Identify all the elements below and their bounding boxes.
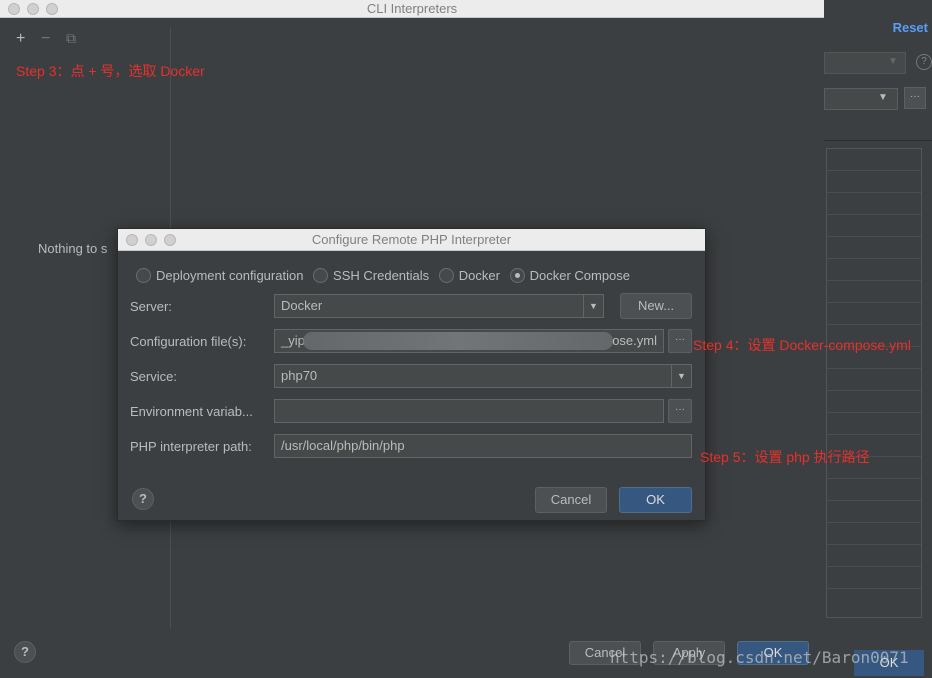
chevron-down-icon: ▼ bbox=[671, 365, 691, 387]
chevron-down-icon: ▼ bbox=[888, 56, 898, 67]
help-icon[interactable]: ? bbox=[132, 488, 154, 510]
env-vars-label: Environment variab... bbox=[130, 404, 253, 419]
table-row[interactable] bbox=[827, 259, 921, 281]
browse-config-files-button[interactable]: ··· bbox=[668, 329, 692, 353]
config-files-label: Configuration file(s): bbox=[130, 334, 247, 349]
config-files-value-start: _yip bbox=[281, 333, 305, 348]
help-icon[interactable]: ? bbox=[916, 54, 932, 70]
service-label: Service: bbox=[130, 369, 177, 384]
configure-remote-php-dialog: Configure Remote PHP Interpreter Deploym… bbox=[117, 228, 706, 521]
connection-type-radios: Deployment configuration SSH Credentials… bbox=[136, 267, 636, 284]
copy-icon[interactable]: ⧉ bbox=[66, 30, 76, 47]
config-files-input[interactable]: _yip ose.yml bbox=[274, 329, 664, 353]
redacted-path bbox=[303, 332, 613, 350]
radio-circle[interactable] bbox=[313, 268, 329, 284]
server-combo[interactable]: Docker ▼ bbox=[274, 294, 604, 318]
table-row[interactable] bbox=[827, 193, 921, 215]
annotation-step3: Step 3：点 + 号，选取 Docker bbox=[16, 63, 205, 79]
table-row[interactable] bbox=[827, 501, 921, 523]
cli-titlebar: CLI Interpreters bbox=[0, 0, 824, 18]
reset-link[interactable]: Reset bbox=[893, 20, 928, 35]
table-row[interactable] bbox=[827, 171, 921, 193]
radio-circle[interactable] bbox=[136, 268, 151, 284]
dialog-title: Configure Remote PHP Interpreter bbox=[311, 232, 512, 247]
table-row[interactable] bbox=[827, 479, 921, 501]
radio-deployment-configuration[interactable]: Deployment configuration bbox=[136, 267, 303, 284]
radio-circle[interactable] bbox=[438, 268, 454, 284]
table-row[interactable] bbox=[827, 545, 921, 567]
edit-env-vars-button[interactable]: ··· bbox=[668, 399, 692, 423]
config-files-value-end: ose.yml bbox=[612, 333, 657, 348]
table-row[interactable] bbox=[827, 303, 921, 325]
radio-docker-compose[interactable]: Docker Compose bbox=[509, 267, 630, 284]
divider bbox=[824, 140, 932, 141]
table-row[interactable] bbox=[827, 281, 921, 303]
table-row[interactable] bbox=[827, 523, 921, 545]
radio-circle-checked[interactable] bbox=[509, 268, 525, 284]
background-settings-header: Reset ▼ ? ▼ ··· bbox=[824, 0, 932, 140]
table-row[interactable] bbox=[827, 391, 921, 413]
php-path-input[interactable]: /usr/local/php/bin/php bbox=[274, 434, 692, 458]
add-icon[interactable]: + bbox=[16, 30, 25, 48]
server-value: Docker bbox=[281, 298, 323, 313]
chevron-down-icon: ▼ bbox=[583, 295, 603, 317]
table-row[interactable] bbox=[827, 413, 921, 435]
remove-icon[interactable]: − bbox=[41, 30, 50, 48]
table-row[interactable] bbox=[827, 215, 921, 237]
table-row[interactable] bbox=[827, 237, 921, 259]
dialog-ok-button[interactable]: OK bbox=[619, 487, 692, 513]
service-value: php70 bbox=[281, 368, 318, 383]
annotation-step4: Step 4：设置 Docker-compose.yml bbox=[693, 337, 911, 353]
window-title: CLI Interpreters bbox=[366, 1, 458, 16]
env-vars-input[interactable] bbox=[274, 399, 664, 423]
radio-ssh-credentials[interactable]: SSH Credentials bbox=[313, 267, 429, 284]
php-path-label: PHP interpreter path: bbox=[130, 439, 252, 454]
service-combo[interactable]: php70 ▼ bbox=[274, 364, 692, 388]
chevron-down-icon: ▼ bbox=[878, 92, 888, 103]
empty-list-text: Nothing to s bbox=[38, 241, 108, 256]
background-table bbox=[826, 148, 922, 618]
table-row[interactable] bbox=[827, 567, 921, 589]
dialog-titlebar: Configure Remote PHP Interpreter bbox=[118, 229, 705, 251]
annotation-step5: Step 5：设置 php 执行路径 bbox=[700, 449, 870, 465]
radio-docker[interactable]: Docker bbox=[438, 267, 500, 284]
table-row[interactable] bbox=[827, 149, 921, 171]
browse-button[interactable]: ··· bbox=[904, 87, 926, 109]
server-label: Server: bbox=[130, 299, 172, 314]
table-row[interactable] bbox=[827, 369, 921, 391]
watermark: https://blog.csdn.net/Baron0071 bbox=[610, 648, 909, 667]
dialog-cancel-button[interactable]: Cancel bbox=[535, 487, 607, 513]
new-server-button[interactable]: New... bbox=[620, 293, 692, 319]
help-icon[interactable]: ? bbox=[14, 641, 36, 663]
